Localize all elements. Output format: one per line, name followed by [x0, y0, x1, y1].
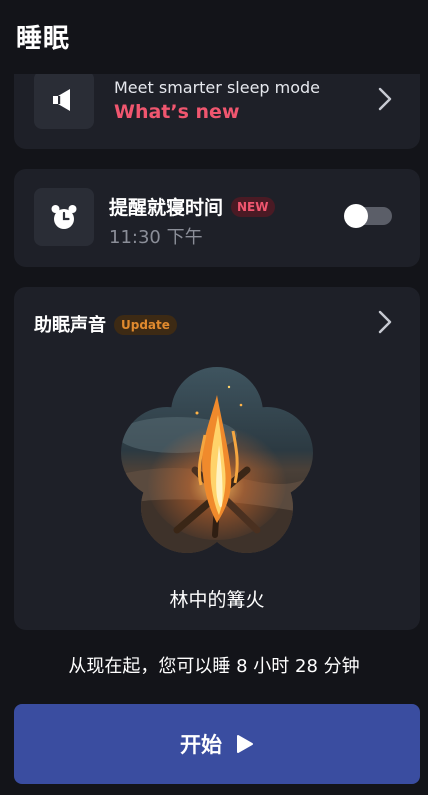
play-icon	[237, 735, 253, 753]
sound-title-text: 助眠声音	[34, 315, 106, 336]
reminder-time: 11:30 下午	[109, 227, 203, 248]
reminder-toggle[interactable]	[344, 204, 392, 228]
start-button[interactable]: 开始	[14, 704, 420, 784]
megaphone-icon	[53, 89, 70, 111]
chevron-right-icon[interactable]	[374, 87, 396, 111]
sleep-duration-text: 从现在起，您可以睡 8 小时 28 分钟	[68, 656, 360, 677]
app-header: 睡眠	[0, 0, 428, 74]
start-button-label: 开始	[180, 733, 222, 757]
reminder-title: 提醒就寝时间 NEW	[109, 193, 275, 220]
alarm-clock-icon	[51, 205, 77, 229]
sound-name: 林中的篝火	[169, 589, 265, 611]
page-title: 睡眠	[16, 24, 71, 54]
promo-headline: Meet smarter sleep mode	[114, 78, 321, 97]
bedtime-reminder-card[interactable]: 提醒就寝时间 NEW 11:30 下午	[14, 169, 420, 267]
whats-new-link[interactable]: What’s new	[114, 101, 240, 123]
sound-section-title: 助眠声音 Update	[34, 311, 177, 337]
toggle-knob	[344, 204, 368, 228]
promo-icon-box	[34, 71, 94, 129]
reminder-icon-box	[34, 188, 94, 246]
chevron-right-icon[interactable]	[374, 310, 396, 334]
sleep-page: Meet smarter sleep mode What’s new 睡眠 提醒…	[0, 0, 428, 795]
update-badge: Update	[114, 315, 177, 335]
campfire-artwork[interactable]	[117, 365, 317, 555]
reminder-title-text: 提醒就寝时间	[109, 197, 224, 219]
sleep-sound-card[interactable]: 助眠声音 Update 林中的篝火	[14, 287, 420, 630]
new-badge: NEW	[231, 197, 275, 217]
